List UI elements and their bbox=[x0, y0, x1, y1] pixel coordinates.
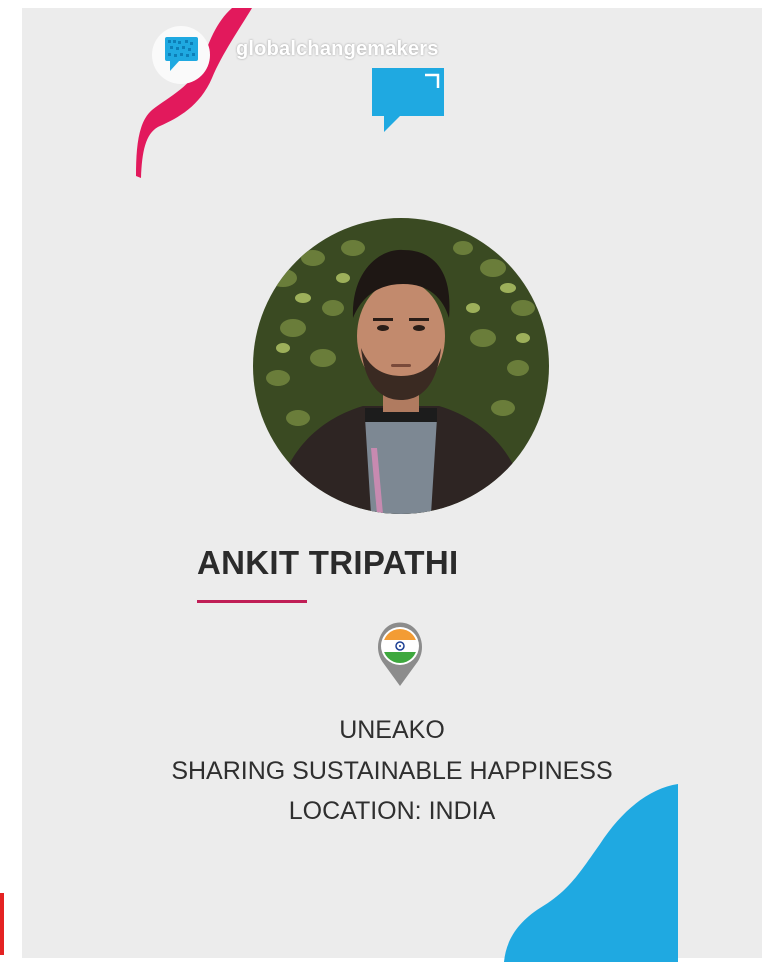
name-underline bbox=[197, 600, 307, 603]
profile-name: ANKIT TRIPATHI bbox=[197, 544, 459, 581]
organization-text: UNEAKO bbox=[339, 716, 445, 744]
india-flag-pin-icon bbox=[378, 622, 422, 686]
blue-blob-decoration bbox=[504, 784, 678, 962]
profile-photo bbox=[253, 218, 549, 514]
